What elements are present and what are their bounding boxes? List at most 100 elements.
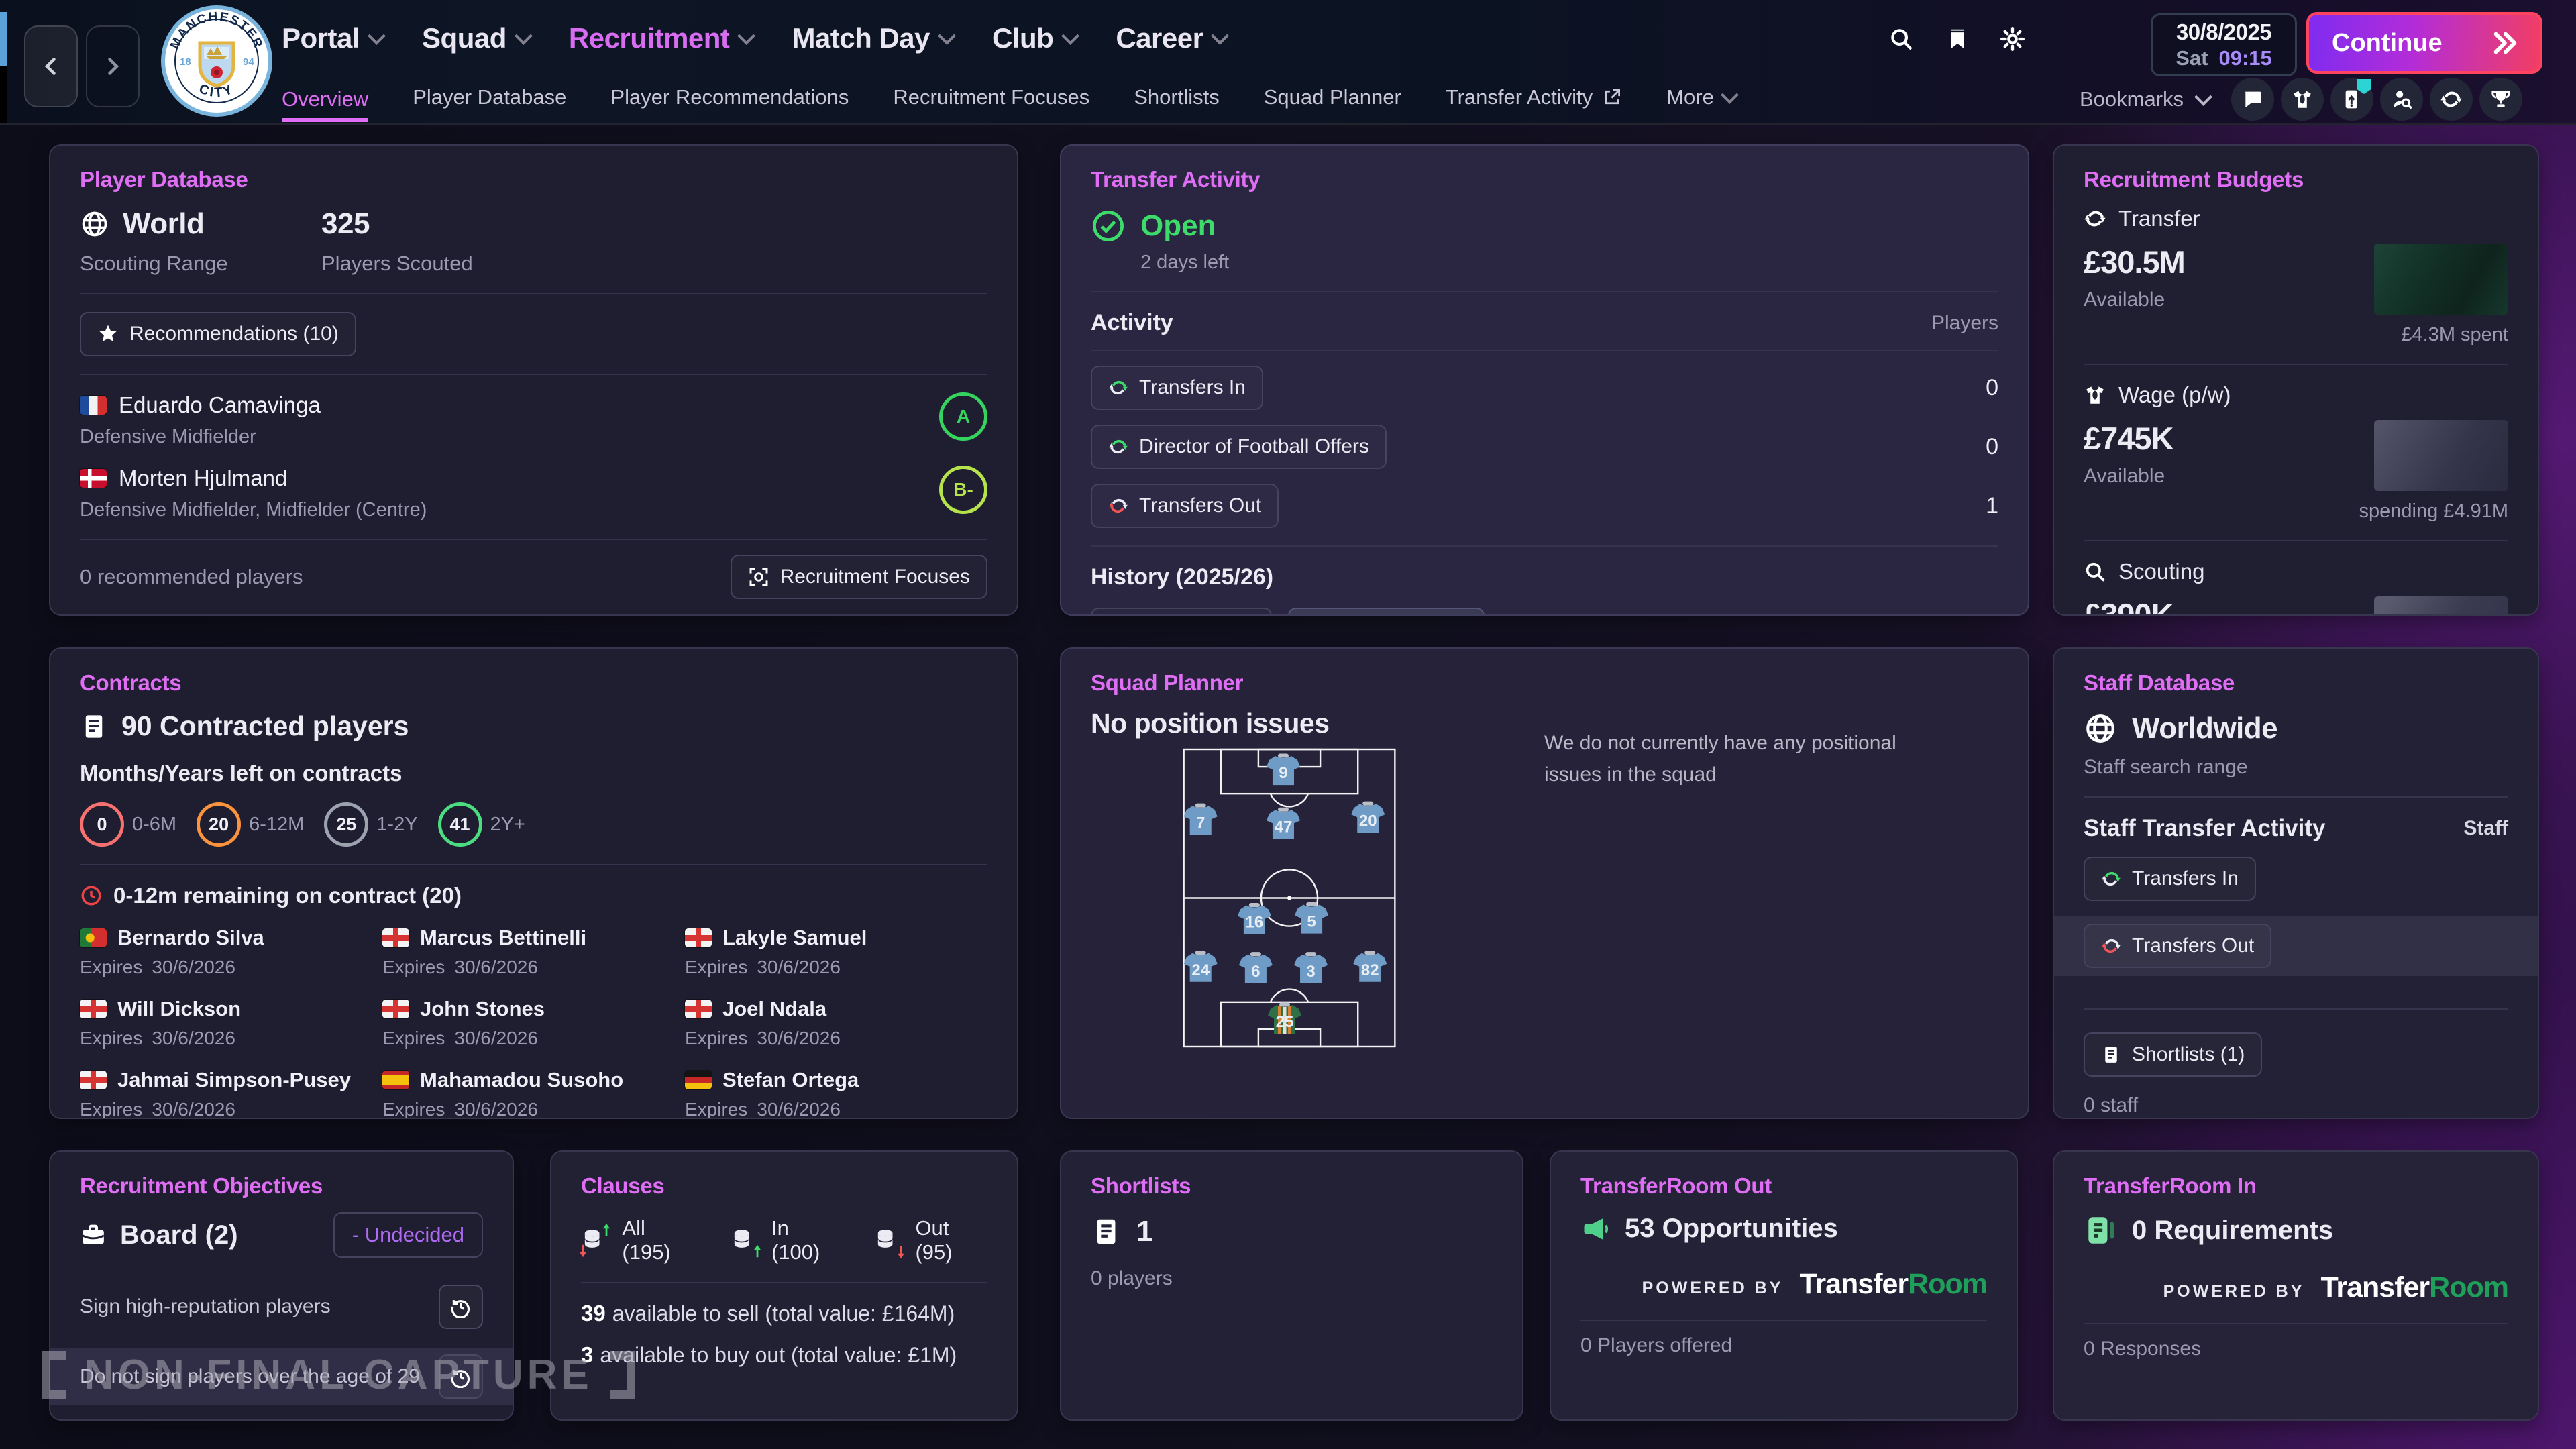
expiring-player[interactable]: Marcus BettinelliExpires30/6/2026	[382, 926, 685, 978]
expiring-player[interactable]: Joel NdalaExpires30/6/2026	[685, 997, 987, 1049]
jersey[interactable]: 24	[1184, 951, 1218, 982]
tab-overview[interactable]: Overview	[282, 87, 368, 122]
transferroom-in-panel[interactable]: TransferRoom In 0 Requirements POWERED B…	[2053, 1150, 2539, 1421]
staff-transfers-in-button[interactable]: Transfers In	[2084, 857, 2256, 901]
recruitment-focuses-button[interactable]: Recruitment Focuses	[731, 555, 987, 599]
transfers-out-button[interactable]: Transfers Out	[1091, 484, 1279, 528]
transfer-activity-panel[interactable]: Transfer Activity Open 2 days left Activ…	[1060, 144, 2029, 616]
clauses-in-filter[interactable]: In (100)	[731, 1216, 839, 1265]
objective-history-button[interactable]	[439, 1285, 483, 1329]
jersey[interactable]: 5	[1295, 902, 1328, 934]
transfers-in-button[interactable]: Transfers In	[1091, 366, 1263, 410]
search-icon	[2084, 560, 2106, 583]
fm-recruitment-overview-screen: MANCHESTER CITY 18 94 Portal Squad Recru…	[0, 0, 2576, 1449]
panel-title: Squad Planner	[1091, 670, 1998, 696]
search-icon[interactable]	[1886, 24, 1916, 54]
jersey[interactable]: 7	[1184, 804, 1218, 835]
main-nav: Portal Squad Recruitment Match Day Club …	[282, 0, 1226, 76]
competitions-icon[interactable]	[2479, 78, 2522, 121]
svg-text:94: 94	[243, 56, 254, 68]
promises-icon[interactable]	[2330, 78, 2373, 121]
staff-count: 0 staff	[2084, 1094, 2508, 1117]
transfer-out-icon	[2101, 936, 2121, 956]
nav-squad[interactable]: Squad	[422, 22, 530, 54]
svg-text:3: 3	[1306, 963, 1315, 981]
back-button[interactable]	[24, 25, 78, 107]
divider	[80, 374, 987, 375]
recommended-player-row[interactable]: Eduardo Camavinga Defensive Midfielder A	[80, 392, 987, 448]
recruitment-budgets-panel[interactable]: Recruitment Budgets Transfer £30.5M Avai…	[2053, 144, 2539, 616]
nav-club[interactable]: Club	[992, 22, 1077, 54]
transfer-out-icon	[1108, 496, 1128, 516]
squad-shirt-icon[interactable]	[2281, 78, 2324, 121]
expiring-player[interactable]: John StonesExpires30/6/2026	[382, 997, 685, 1049]
dof-offers-button[interactable]: Director of Football Offers	[1091, 425, 1387, 469]
panel-title: Recruitment Budgets	[2084, 167, 2508, 193]
objective-row[interactable]: Sign high-reputation players	[80, 1278, 483, 1336]
jersey[interactable]: 9	[1267, 754, 1300, 786]
date-value: 30/8/2025	[2176, 19, 2271, 45]
tab-more[interactable]: More	[1666, 85, 1736, 113]
expiring-player[interactable]: Bernardo SilvaExpires30/6/2026	[80, 926, 382, 978]
tab-shortlists[interactable]: Shortlists	[1134, 85, 1219, 113]
game-date[interactable]: 30/8/2025 Sat09:15	[2151, 13, 2297, 76]
expiring-player[interactable]: Lakyle SamuelExpires30/6/2026	[685, 926, 987, 978]
svg-text:18: 18	[180, 56, 191, 68]
staff-activity-header: Staff Transfer Activity	[2084, 815, 2325, 842]
divider	[581, 1282, 987, 1283]
tab-transfer-activity[interactable]: Transfer Activity	[1446, 85, 1622, 113]
formation-pitch[interactable]: 97472016524638225	[1182, 748, 1397, 1048]
quick-access-toolbar	[2231, 75, 2522, 123]
expiring-player[interactable]: Stefan OrtegaExpires30/6/2026	[685, 1068, 987, 1119]
sub-nav: Overview Player Database Player Recommen…	[282, 75, 1736, 123]
nav-match-day[interactable]: Match Day	[792, 22, 953, 54]
scouting-icon[interactable]	[2380, 78, 2423, 121]
continue-button[interactable]: Continue	[2306, 12, 2542, 74]
requirements-headline: 0 Requirements	[2132, 1216, 2333, 1246]
opportunities-headline: 53 Opportunities	[1625, 1214, 1838, 1244]
jersey[interactable]: 47	[1267, 808, 1300, 839]
staff-transfers-out-button[interactable]: Transfers Out	[2084, 924, 2271, 968]
expiring-player[interactable]: Mahamadou SusohoExpires30/6/2026	[382, 1068, 685, 1119]
history-transfers-out-button[interactable]: £0Transfers Out	[1288, 608, 1485, 616]
bookmark-icon[interactable]	[1943, 24, 1972, 54]
contract-length-badge: 25	[324, 802, 368, 847]
tab-squad-planner[interactable]: Squad Planner	[1264, 85, 1401, 113]
expiring-player[interactable]: Jahmai Simpson-PuseyExpires30/6/2026	[80, 1068, 382, 1119]
jersey[interactable]: 3	[1294, 952, 1328, 983]
contracts-panel[interactable]: Contracts 90 Contracted players Months/Y…	[49, 647, 1018, 1119]
player-database-panel[interactable]: Player Database World Scouting Range 325…	[49, 144, 1018, 616]
tab-player-recommendations[interactable]: Player Recommendations	[610, 85, 849, 113]
bookmarks-dropdown[interactable]: Bookmarks	[2080, 75, 2210, 123]
clauses-all-filter[interactable]: All (195)	[581, 1216, 696, 1265]
nav-recruitment[interactable]: Recruitment	[569, 22, 753, 54]
nav-portal[interactable]: Portal	[282, 22, 383, 54]
nav-career[interactable]: Career	[1116, 22, 1226, 54]
recommendations-button[interactable]: Recommendations (10)	[80, 312, 356, 356]
sync-icon[interactable]	[2430, 78, 2473, 121]
undecided-status-badge[interactable]: - Undecided	[333, 1212, 483, 1258]
tab-recruitment-focuses[interactable]: Recruitment Focuses	[893, 85, 1089, 113]
time-value: 09:15	[2218, 46, 2271, 70]
staff-database-panel[interactable]: Staff Database Worldwide Staff search ra…	[2053, 647, 2539, 1119]
expiring-player[interactable]: Will DicksonExpires30/6/2026	[80, 997, 382, 1049]
tab-player-database[interactable]: Player Database	[413, 85, 566, 113]
jersey[interactable]: 16	[1238, 903, 1271, 934]
jersey[interactable]: 82	[1353, 951, 1387, 982]
recommended-player-row[interactable]: Morten Hjulmand Defensive Midfielder, Mi…	[80, 466, 987, 521]
squad-planner-panel[interactable]: Squad Planner No position issues We do n…	[1060, 647, 2029, 1119]
clauses-out-filter[interactable]: Out (95)	[874, 1216, 987, 1265]
shortlists-panel[interactable]: Shortlists 1 0 players	[1060, 1150, 1523, 1421]
jersey[interactable]: 6	[1239, 952, 1273, 983]
history-transfers-in-button[interactable]: £0Transfers In	[1091, 608, 1272, 616]
nation-flag-icon	[685, 928, 712, 947]
jersey[interactable]: 20	[1351, 802, 1385, 833]
transferroom-out-panel[interactable]: TransferRoom Out 53 Opportunities POWERE…	[1550, 1150, 2018, 1421]
messages-icon[interactable]	[2231, 78, 2274, 121]
transferroom-logo: TransferRoom	[1799, 1268, 1987, 1301]
gear-icon[interactable]	[1998, 24, 2027, 54]
staff-shortlists-button[interactable]: Shortlists (1)	[2084, 1032, 2262, 1077]
club-badge[interactable]: MANCHESTER CITY 18 94	[160, 4, 274, 118]
responses-count: 0 Responses	[2084, 1338, 2508, 1360]
forward-button[interactable]	[86, 25, 140, 107]
